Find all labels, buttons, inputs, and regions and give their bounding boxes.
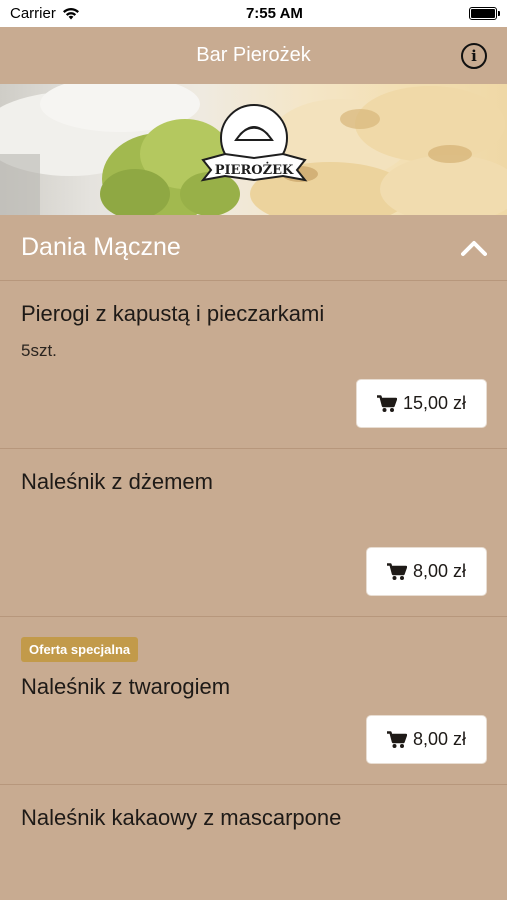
menu-item[interactable]: Pierogi z kapustą i pieczarkami 5szt. 15…: [0, 281, 507, 449]
chevron-up-icon[interactable]: [461, 239, 487, 257]
item-name: Naleśnik z dżemem: [21, 469, 213, 494]
wifi-icon: [62, 7, 79, 20]
price-label: 8,00 zł: [412, 729, 466, 749]
add-to-cart-button[interactable]: 15,00 zł: [355, 379, 487, 428]
info-icon[interactable]: i: [461, 43, 487, 69]
carrier-label: Carrier: [10, 5, 56, 22]
hero-food-image: PIEROŻEK: [0, 84, 507, 215]
item-name: Naleśnik z twarogiem: [21, 674, 231, 699]
status-left: Carrier: [10, 5, 80, 22]
cart-icon: [386, 730, 407, 748]
nav-title: Bar Pierożek: [196, 44, 311, 66]
item-name: Pierogi z kapustą i pieczarkami: [21, 301, 325, 326]
nav-bar: Bar Pierożek i: [0, 27, 507, 84]
special-offer-badge: Oferta specjalna: [21, 637, 139, 662]
status-bar: Carrier 7:55 AM: [0, 0, 507, 27]
status-time: 7:55 AM: [245, 5, 303, 22]
battery-icon: [469, 7, 500, 20]
menu-item[interactable]: Oferta specjalna Naleśnik z twarogiem 8,…: [0, 617, 507, 785]
price-label: 8,00 zł: [412, 561, 466, 581]
menu-item[interactable]: Naleśnik kakaowy z mascarpone: [0, 785, 507, 865]
section-title: Dania Mączne: [21, 233, 181, 261]
price-label: 15,00 zł: [402, 393, 466, 413]
section-header[interactable]: Dania Mączne: [0, 215, 507, 281]
menu-item[interactable]: Naleśnik z dżemem 8,00 zł: [0, 449, 507, 617]
item-name: Naleśnik kakaowy z mascarpone: [21, 805, 342, 830]
logo-text: PIEROŻEK: [215, 162, 294, 178]
add-to-cart-button[interactable]: 8,00 zł: [365, 715, 487, 764]
item-description: 5szt.: [21, 341, 57, 360]
cart-icon: [386, 562, 407, 580]
hero-banner: PIEROŻEK: [0, 84, 507, 215]
add-to-cart-button[interactable]: 8,00 zł: [365, 547, 487, 596]
cart-icon: [376, 394, 397, 412]
